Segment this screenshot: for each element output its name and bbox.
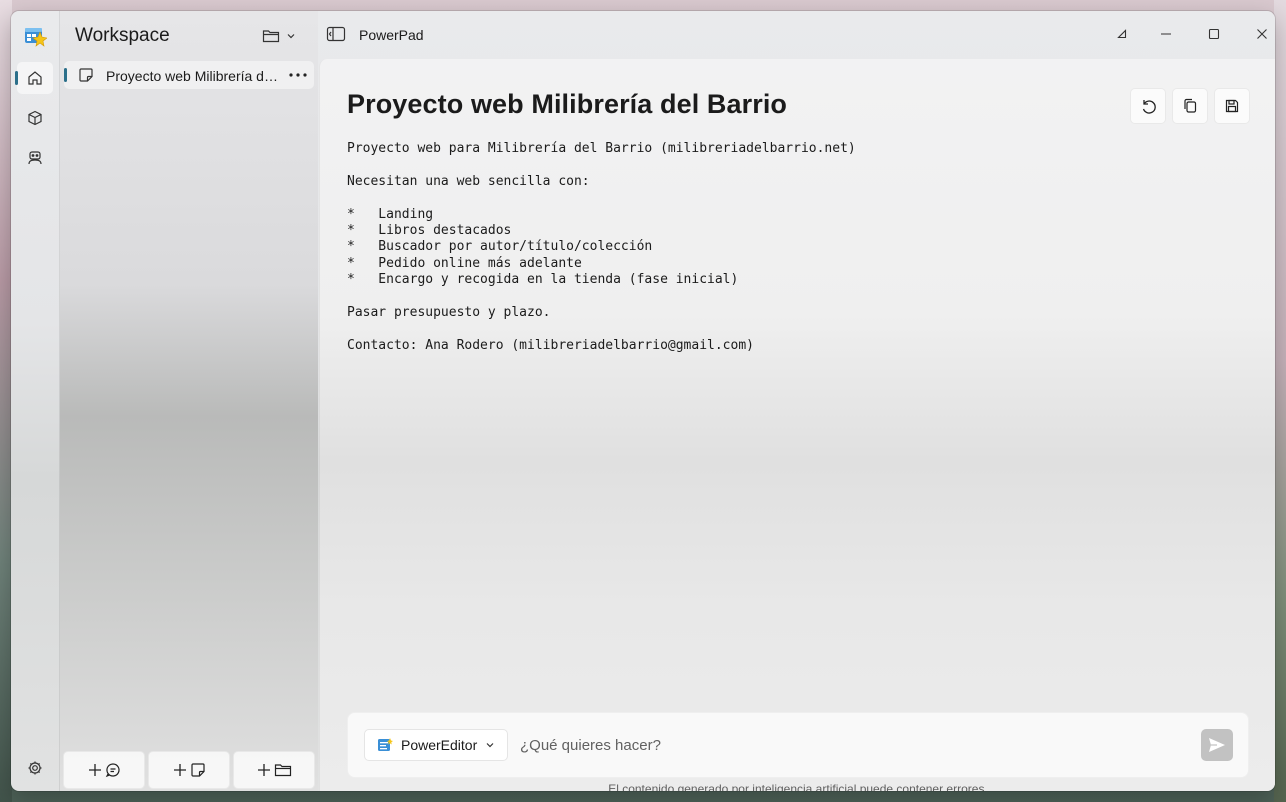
agent-selector[interactable]: PowerEditor bbox=[364, 729, 508, 761]
sidebar-actions bbox=[63, 751, 315, 789]
chat-icon bbox=[105, 763, 120, 778]
maximize-icon bbox=[1208, 28, 1220, 40]
ai-disclaimer: El contenido generado por inteligencia a… bbox=[608, 782, 988, 791]
agent-selector-label: PowerEditor bbox=[401, 737, 478, 753]
minimize-icon bbox=[1161, 33, 1171, 35]
minimize-button[interactable] bbox=[1154, 23, 1178, 45]
close-icon bbox=[1257, 29, 1267, 39]
new-chat-button[interactable] bbox=[63, 751, 145, 789]
send-icon bbox=[1209, 738, 1225, 752]
note-content-editor[interactable]: Proyecto web para Milibrería del Barrio … bbox=[347, 141, 1227, 661]
chevron-down-icon bbox=[486, 743, 494, 748]
folder-icon bbox=[274, 764, 291, 777]
home-icon bbox=[28, 71, 42, 85]
undo-icon bbox=[1142, 100, 1156, 114]
agent-icon bbox=[28, 151, 42, 165]
settings-button[interactable] bbox=[17, 752, 53, 784]
more-horizontal-icon bbox=[289, 73, 307, 77]
maximize-button[interactable] bbox=[1202, 23, 1226, 45]
resize-corner-icon bbox=[1117, 29, 1127, 39]
desktop-background-right bbox=[1274, 0, 1286, 802]
note-icon bbox=[79, 68, 93, 82]
app-title: PowerPad bbox=[359, 27, 424, 43]
compact-overlay-button[interactable] bbox=[1110, 23, 1134, 45]
plus-icon bbox=[173, 764, 186, 776]
workspace-sidebar: Workspace Proyecto web Milibrería del Ba… bbox=[60, 11, 318, 791]
note-editor-panel: Proyecto web Milibrería del Barrio Proye… bbox=[319, 59, 1275, 791]
new-note-button[interactable] bbox=[148, 751, 230, 789]
save-button[interactable] bbox=[1214, 88, 1250, 124]
plus-icon bbox=[88, 764, 101, 776]
note-list-item[interactable]: Proyecto web Milibrería del Barrio bbox=[64, 61, 314, 89]
gear-icon bbox=[28, 761, 42, 775]
chevron-down-icon bbox=[287, 34, 295, 39]
nav-models-button[interactable] bbox=[17, 102, 53, 134]
nav-active-indicator bbox=[15, 71, 18, 85]
save-icon bbox=[1225, 99, 1239, 113]
nav-agents-button[interactable] bbox=[17, 142, 53, 174]
nav-rail bbox=[11, 11, 60, 791]
copy-button[interactable] bbox=[1172, 88, 1208, 124]
title-bar: PowerPad bbox=[318, 11, 1275, 59]
note-selected-indicator bbox=[64, 68, 67, 82]
folder-menu-button[interactable] bbox=[262, 25, 304, 47]
app-logo-icon bbox=[25, 28, 47, 47]
folder-icon bbox=[262, 30, 280, 43]
prompt-bar: PowerEditor bbox=[347, 712, 1249, 778]
nav-home-button[interactable] bbox=[15, 62, 53, 94]
copy-icon bbox=[1184, 98, 1197, 113]
undo-button[interactable] bbox=[1130, 88, 1166, 124]
plus-icon bbox=[257, 764, 270, 776]
power-editor-icon bbox=[378, 738, 393, 751]
note-list-item-label: Proyecto web Milibrería del Barrio bbox=[106, 68, 278, 84]
new-folder-button[interactable] bbox=[233, 751, 315, 789]
box-icon bbox=[28, 110, 42, 126]
toggle-pane-icon[interactable] bbox=[326, 26, 346, 42]
note-icon bbox=[190, 763, 205, 777]
note-title[interactable]: Proyecto web Milibrería del Barrio bbox=[347, 89, 787, 120]
app-window: Workspace Proyecto web Milibrería del Ba… bbox=[11, 11, 1275, 791]
prompt-input[interactable] bbox=[518, 731, 1192, 759]
send-button[interactable] bbox=[1201, 729, 1233, 761]
note-more-button[interactable] bbox=[286, 65, 310, 85]
close-button[interactable] bbox=[1250, 23, 1274, 45]
workspace-title: Workspace bbox=[75, 25, 170, 46]
